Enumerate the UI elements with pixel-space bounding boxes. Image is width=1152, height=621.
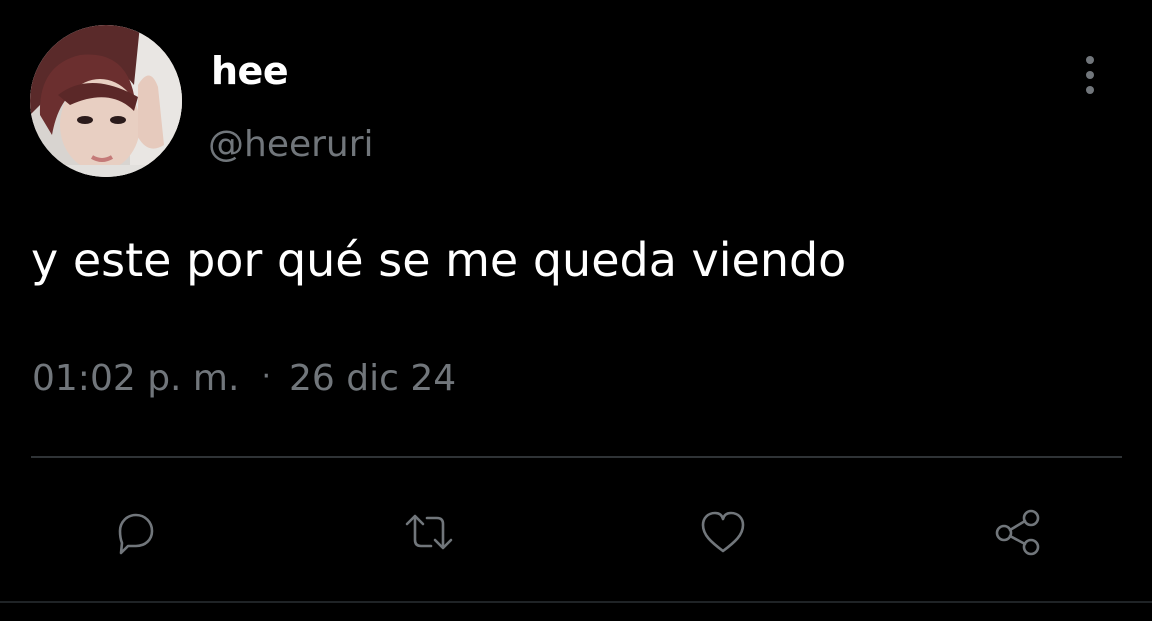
retweet-icon	[405, 514, 453, 550]
heart-icon	[701, 511, 745, 553]
like-button[interactable]	[691, 500, 755, 564]
tweet-timestamp: 01:02 p. m. · 26 dic 24	[32, 357, 456, 400]
share-icon	[995, 509, 1040, 556]
reply-icon	[118, 513, 154, 555]
tweet-date[interactable]: 26 dic 24	[289, 358, 456, 399]
bottom-divider	[0, 601, 1152, 603]
meta-separator: ·	[261, 359, 271, 394]
retweet-button[interactable]	[397, 500, 461, 564]
tweet-time[interactable]: 01:02 p. m.	[32, 358, 239, 399]
share-button[interactable]	[985, 500, 1049, 564]
divider	[31, 456, 1122, 458]
more-vertical-icon-dot-2	[1086, 71, 1094, 79]
user-handle[interactable]: @heeruri	[208, 127, 374, 163]
more-vertical-icon	[1086, 56, 1094, 64]
tweet-text: y este por qué se me queda viendo	[31, 233, 847, 287]
reply-button[interactable]	[104, 500, 168, 564]
display-name[interactable]: hee	[211, 52, 289, 90]
more-vertical-icon-dot-3	[1086, 86, 1094, 94]
avatar-image	[30, 25, 182, 177]
more-options-button[interactable]	[1072, 52, 1108, 98]
avatar[interactable]	[30, 25, 182, 177]
